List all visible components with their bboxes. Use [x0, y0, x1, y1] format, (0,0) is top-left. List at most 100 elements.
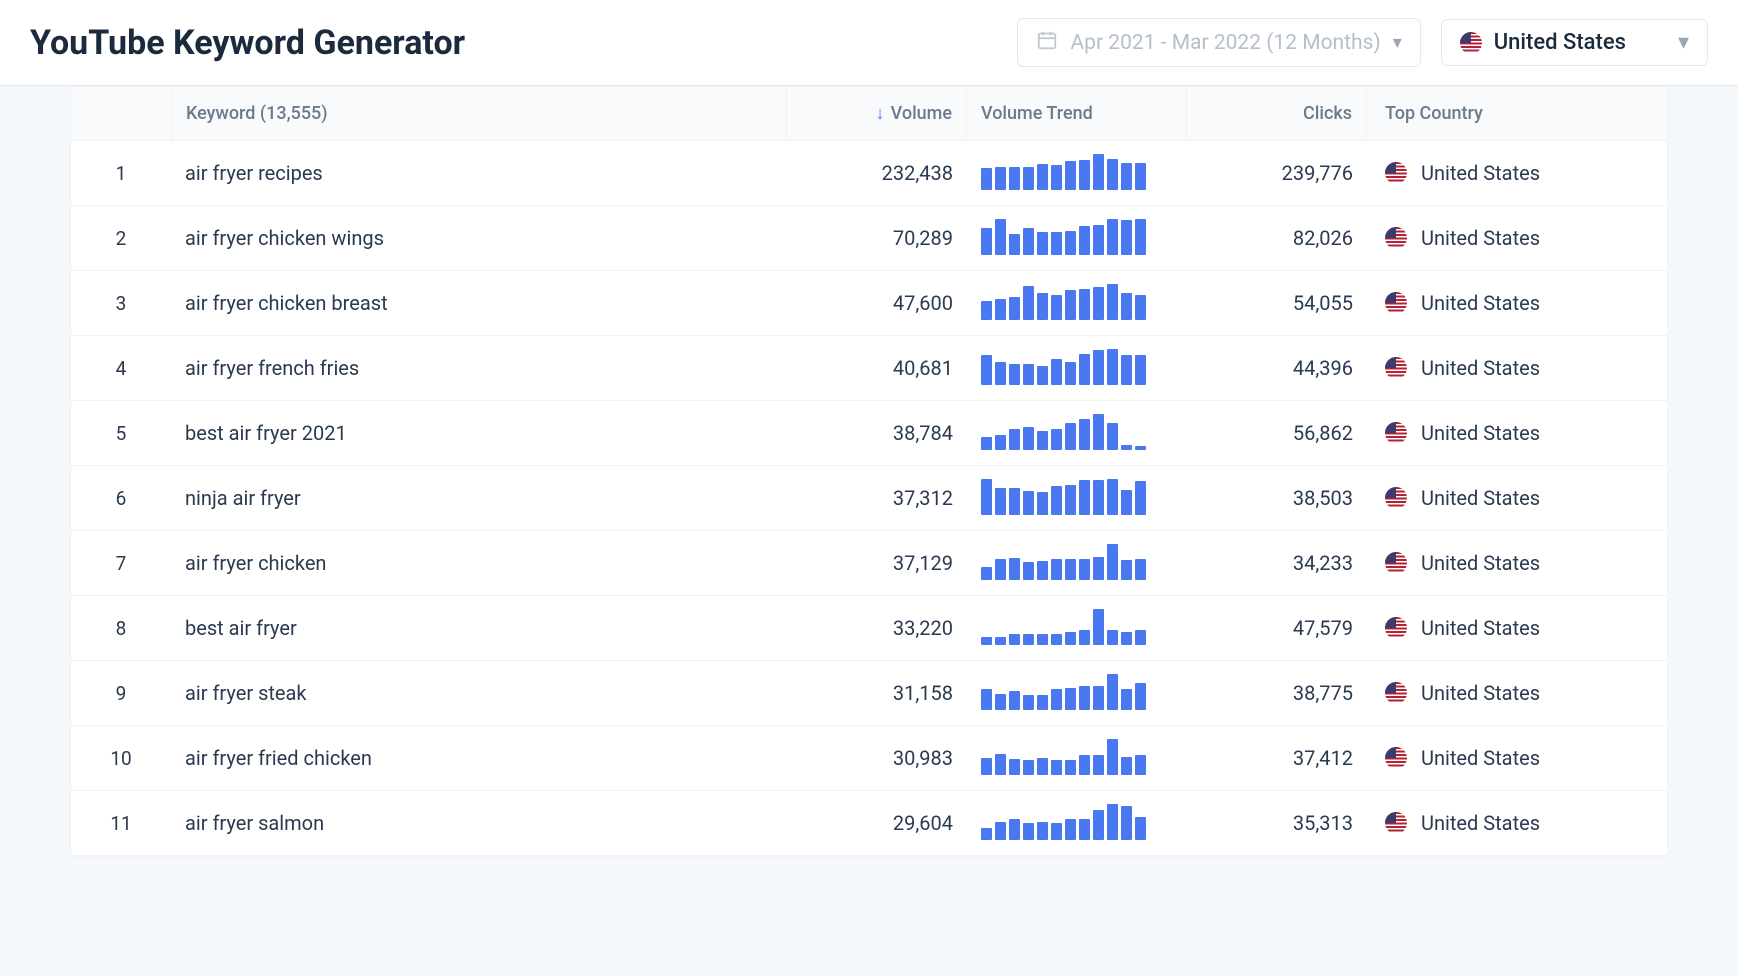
sparkline-bar: [1107, 630, 1118, 645]
table-row[interactable]: 10air fryer fried chicken30,98337,412Uni…: [71, 726, 1667, 791]
keyword-cell[interactable]: best air fryer 2021: [171, 401, 787, 465]
us-flag-icon: [1385, 747, 1407, 769]
table-row[interactable]: 6ninja air fryer37,31238,503United State…: [71, 466, 1667, 531]
date-range-label: Apr 2021 - Mar 2022 (12 Months): [1070, 31, 1380, 55]
sparkline-bar: [1051, 634, 1062, 645]
clicks-cell: 82,026: [1187, 206, 1367, 270]
us-flag-icon: [1385, 422, 1407, 444]
sparkline-bar: [1135, 163, 1146, 190]
sparkline-bar: [1135, 295, 1146, 320]
sparkline-bar: [1135, 630, 1146, 645]
sparkline-bar: [1093, 287, 1104, 320]
table-row[interactable]: 3air fryer chicken breast47,60054,055Uni…: [71, 271, 1667, 336]
row-number: 3: [71, 272, 171, 335]
row-number: 11: [71, 792, 171, 855]
country-name: United States: [1421, 681, 1540, 705]
sparkline-bar: [1093, 225, 1104, 255]
sparkline-bar: [1093, 810, 1104, 840]
sparkline-bar: [981, 479, 992, 515]
table-row[interactable]: 7air fryer chicken37,12934,233United Sta…: [71, 531, 1667, 596]
sparkline-bar: [1121, 445, 1132, 450]
us-flag-icon: [1385, 487, 1407, 509]
volume-trend-sparkline: [967, 467, 1187, 529]
volume-cell: 37,129: [787, 531, 967, 595]
sparkline-bar: [1037, 492, 1048, 515]
country-name: United States: [1421, 356, 1540, 380]
sparkline-bar: [995, 488, 1006, 515]
sparkline-bar: [1135, 683, 1146, 710]
volume-trend-sparkline: [967, 532, 1187, 594]
keyword-cell[interactable]: air fryer chicken wings: [171, 206, 787, 270]
country-selector[interactable]: United States ▾: [1441, 19, 1708, 66]
col-volume[interactable]: ↓Volume: [787, 87, 967, 140]
sparkline-bar: [981, 637, 992, 645]
sparkline-bar: [1065, 819, 1076, 840]
sparkline-bar: [1065, 485, 1076, 515]
table-row[interactable]: 8best air fryer33,22047,579United States: [71, 596, 1667, 661]
sparkline-bar: [1009, 234, 1020, 255]
row-number: 7: [71, 532, 171, 595]
date-range-selector[interactable]: Apr 2021 - Mar 2022 (12 Months) ▾: [1017, 18, 1420, 67]
sparkline-bar: [1079, 630, 1090, 645]
sparkline-bar: [1079, 354, 1090, 385]
country-name: United States: [1421, 551, 1540, 575]
us-flag-icon: [1385, 812, 1407, 834]
keyword-cell[interactable]: air fryer french fries: [171, 336, 787, 400]
sparkline-bar: [1009, 691, 1020, 710]
table-row[interactable]: 4air fryer french fries40,68144,396Unite…: [71, 336, 1667, 401]
top-country-cell: United States: [1367, 726, 1667, 790]
table-row[interactable]: 11air fryer salmon29,60435,313United Sta…: [71, 791, 1667, 856]
country-name: United States: [1421, 746, 1540, 770]
sparkline-bar: [1009, 759, 1020, 775]
content-area: Keyword (13,555) ↓Volume Volume Trend Cl…: [0, 86, 1738, 857]
table-row[interactable]: 2air fryer chicken wings70,28982,026Unit…: [71, 206, 1667, 271]
col-keyword[interactable]: Keyword (13,555): [171, 87, 787, 140]
keyword-cell[interactable]: air fryer chicken: [171, 531, 787, 595]
sparkline-bar: [1135, 755, 1146, 775]
sparkline-bar: [1121, 689, 1132, 710]
keyword-cell[interactable]: best air fryer: [171, 596, 787, 660]
sparkline-bar: [1079, 686, 1090, 710]
sparkline-bar: [1009, 819, 1020, 840]
sparkline-bar: [1051, 760, 1062, 775]
table-row[interactable]: 5best air fryer 202138,78456,862United S…: [71, 401, 1667, 466]
sparkline-bar: [981, 689, 992, 710]
us-flag-icon: [1385, 162, 1407, 184]
table-body: 1air fryer recipes232,438239,776United S…: [71, 141, 1667, 856]
keyword-cell[interactable]: air fryer recipes: [171, 141, 787, 205]
keyword-cell[interactable]: air fryer fried chicken: [171, 726, 787, 790]
col-trend[interactable]: Volume Trend: [967, 87, 1187, 140]
keyword-cell[interactable]: air fryer steak: [171, 661, 787, 725]
sparkline-bar: [981, 828, 992, 840]
us-flag-icon: [1385, 357, 1407, 379]
sparkline-bar: [1065, 231, 1076, 255]
sparkline-bar: [1037, 293, 1048, 320]
clicks-cell: 47,579: [1187, 596, 1367, 660]
sparkline-bar: [1051, 165, 1062, 190]
col-top-country[interactable]: Top Country: [1367, 87, 1667, 140]
sparkline-bar: [1023, 823, 1034, 840]
volume-trend-sparkline: [967, 272, 1187, 334]
volume-trend-sparkline: [967, 402, 1187, 464]
sparkline-bar: [1023, 286, 1034, 320]
us-flag-icon: [1385, 292, 1407, 314]
sparkline-bar: [1079, 419, 1090, 450]
sparkline-bar: [995, 637, 1006, 645]
sparkline-bar: [981, 301, 992, 320]
keyword-cell[interactable]: air fryer salmon: [171, 791, 787, 855]
country-name: United States: [1421, 291, 1540, 315]
sparkline-bar: [1037, 366, 1048, 385]
keyword-cell[interactable]: air fryer chicken breast: [171, 271, 787, 335]
col-clicks[interactable]: Clicks: [1187, 87, 1367, 140]
keyword-cell[interactable]: ninja air fryer: [171, 466, 787, 530]
sparkline-bar: [1009, 364, 1020, 385]
us-flag-icon: [1460, 32, 1482, 54]
sparkline-bar: [1093, 350, 1104, 385]
volume-cell: 30,983: [787, 726, 967, 790]
table-row[interactable]: 9air fryer steak31,15838,775United State…: [71, 661, 1667, 726]
clicks-cell: 56,862: [1187, 401, 1367, 465]
country-name: United States: [1421, 226, 1540, 250]
sparkline-bar: [1023, 167, 1034, 190]
sparkline-bar: [981, 758, 992, 775]
table-row[interactable]: 1air fryer recipes232,438239,776United S…: [71, 141, 1667, 206]
